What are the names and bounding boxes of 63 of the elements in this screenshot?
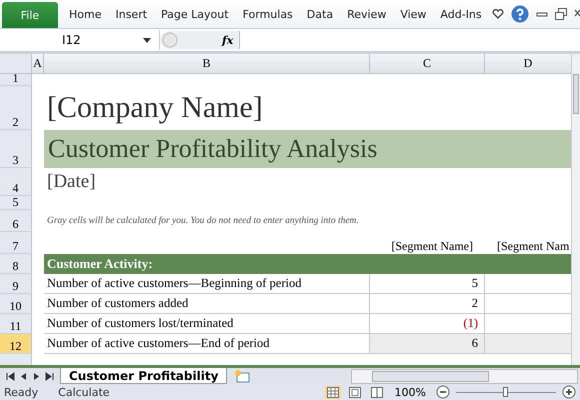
page-break-view-button[interactable] [368, 386, 385, 398]
heart-icon[interactable] [492, 8, 504, 20]
ribbon-tab[interactable]: Home [62, 3, 108, 25]
row-header[interactable]: 6 [0, 210, 32, 232]
row-header[interactable]: 9 [0, 274, 32, 294]
restore-icon[interactable] [555, 8, 567, 20]
row-header[interactable]: 11 [0, 314, 32, 334]
ribbon-tab[interactable]: Add-Ins [433, 3, 489, 25]
segment-header: [Segment Name] [391, 239, 473, 254]
row-header[interactable]: 5 [0, 196, 32, 210]
row-header[interactable]: 1 [0, 74, 32, 86]
row-header[interactable]: 3 [0, 130, 32, 168]
zoom-slider[interactable] [456, 386, 556, 398]
table-cell: 6 [370, 334, 485, 354]
report-title: Customer Profitability Analysis [44, 130, 571, 168]
file-tab[interactable]: File [2, 2, 58, 28]
ribbon-tab[interactable]: Data [300, 3, 340, 25]
column-header[interactable]: D [485, 54, 571, 74]
next-sheet-icon[interactable] [45, 372, 54, 380]
column-header[interactable]: B [44, 54, 370, 74]
row-header[interactable]: 12 [0, 334, 32, 354]
table-cell: Number of customers added [44, 294, 370, 314]
table-cell: 2 [370, 294, 485, 314]
row-header[interactable]: 4 [0, 168, 32, 196]
status-text: Ready [4, 386, 38, 398]
previous-sheet-icon[interactable] [6, 372, 15, 380]
row-header[interactable]: 8 [0, 254, 32, 274]
page-layout-view-button[interactable] [346, 386, 363, 398]
zoom-out-icon[interactable] [436, 385, 450, 399]
column-header[interactable]: C [370, 54, 485, 74]
horizontal-scrollbar[interactable] [351, 368, 578, 384]
ribbon-tab[interactable]: Formulas [236, 3, 300, 25]
company-name: [Company Name] [46, 91, 263, 125]
status-text: Calculate [58, 386, 110, 398]
table-cell: Number of customers lost/terminated [44, 314, 370, 334]
ribbon-tab[interactable]: Insert [108, 3, 154, 25]
zoom-in-icon[interactable] [562, 385, 576, 399]
previous-sheet-icon[interactable] [19, 372, 28, 380]
sheet-tab[interactable]: Customer Profitability [60, 368, 228, 384]
table-cell: Number of active customers—Beginning of period [44, 274, 370, 294]
table-cell: 5 [370, 274, 485, 294]
name-box[interactable]: I12 [0, 30, 160, 50]
vertical-scrollbar[interactable] [571, 54, 580, 365]
table-cell: Number of active customers—End of period [44, 334, 370, 354]
help-icon[interactable] [511, 5, 529, 23]
note-text: Gray cells will be calculated for you. You do not need to enter anything into them. [46, 216, 359, 226]
row-header[interactable]: 10 [0, 294, 32, 314]
section-header: Customer Activity: [44, 254, 571, 274]
date-text: [Date] [46, 171, 96, 193]
segment-header: [Segment Nam [497, 239, 570, 254]
column-header[interactable]: A [32, 54, 44, 74]
normal-view-button[interactable] [324, 386, 341, 398]
zoom-level: 100% [394, 386, 426, 398]
ribbon-tab[interactable]: Review [340, 3, 394, 25]
expand-handle-icon[interactable] [162, 32, 178, 48]
row-header[interactable]: 2 [0, 86, 32, 130]
insert-function-button[interactable]: fx [222, 34, 234, 46]
insert-sheet-icon[interactable] [233, 369, 252, 383]
next-sheet-icon[interactable] [32, 372, 41, 380]
row-header[interactable]: 7 [0, 232, 32, 254]
ribbon-tab[interactable]: Page Layout [154, 3, 236, 25]
caret-icon[interactable] [143, 38, 151, 42]
ribbon-tab[interactable]: View [393, 3, 434, 25]
